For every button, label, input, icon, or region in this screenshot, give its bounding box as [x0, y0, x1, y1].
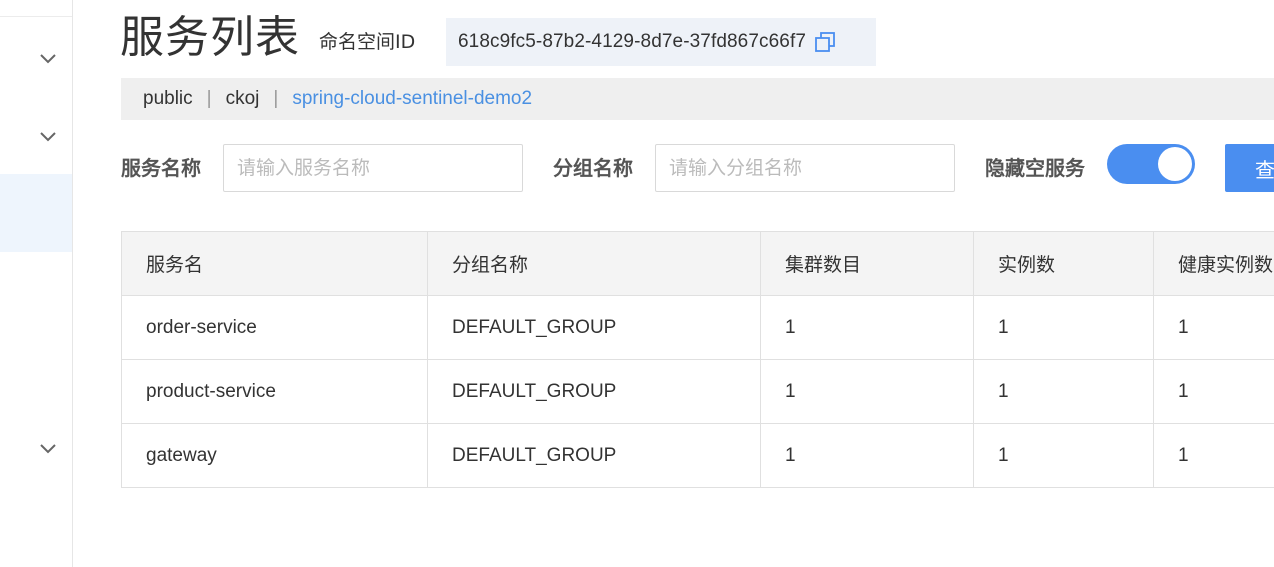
- column-header-instance-count: 实例数: [973, 231, 1154, 296]
- sidebar-divider: [0, 16, 72, 17]
- toggle-knob: [1158, 147, 1192, 181]
- cell-group-name: DEFAULT_GROUP: [427, 359, 761, 424]
- table-row: gateway DEFAULT_GROUP 1 1 1: [121, 423, 1274, 488]
- table-row: order-service DEFAULT_GROUP 1 1 1: [121, 295, 1274, 360]
- breadcrumb-separator: |: [206, 88, 212, 109]
- hide-empty-toggle[interactable]: [1107, 144, 1195, 184]
- breadcrumb-item-public[interactable]: public: [143, 88, 193, 110]
- service-table: 服务名 分组名称 集群数目 实例数 健康实例数 order-service DE…: [121, 231, 1274, 488]
- sidebar-item-active[interactable]: [0, 174, 72, 252]
- cell-group-name: DEFAULT_GROUP: [427, 423, 761, 488]
- cell-instance-count: 1: [973, 295, 1154, 360]
- query-button[interactable]: 查询: [1225, 144, 1274, 192]
- copy-icon[interactable]: [814, 31, 836, 53]
- namespace-label: 命名空间ID: [319, 31, 416, 53]
- breadcrumb-separator: |: [273, 88, 279, 109]
- cell-service-name: order-service: [121, 295, 428, 360]
- chevron-down-icon[interactable]: [38, 438, 58, 458]
- cell-healthy-instance-count: 1: [1153, 295, 1274, 360]
- column-header-service-name: 服务名: [121, 231, 428, 296]
- hide-empty-label: 隐藏空服务: [985, 156, 1085, 180]
- sidebar: [0, 0, 73, 567]
- namespace-id-value: 618c9fc5-87b2-4129-8d7e-37fd867c66f7: [458, 31, 806, 52]
- column-header-group-name: 分组名称: [427, 231, 761, 296]
- breadcrumb-item-current[interactable]: spring-cloud-sentinel-demo2: [292, 88, 532, 110]
- cell-cluster-count: 1: [760, 359, 974, 424]
- service-name-input[interactable]: [223, 144, 523, 192]
- page-title: 服务列表: [120, 12, 300, 63]
- cell-service-name: product-service: [121, 359, 428, 424]
- cell-instance-count: 1: [973, 423, 1154, 488]
- column-header-cluster-count: 集群数目: [760, 231, 974, 296]
- cell-healthy-instance-count: 1: [1153, 359, 1274, 424]
- cell-cluster-count: 1: [760, 295, 974, 360]
- chevron-down-icon[interactable]: [38, 126, 58, 146]
- cell-cluster-count: 1: [760, 423, 974, 488]
- column-header-healthy-instance-count: 健康实例数: [1153, 231, 1274, 296]
- breadcrumb: public | ckoj | spring-cloud-sentinel-de…: [121, 78, 1274, 120]
- chevron-down-icon[interactable]: [38, 48, 58, 68]
- cell-service-name: gateway: [121, 423, 428, 488]
- cell-group-name: DEFAULT_GROUP: [427, 295, 761, 360]
- breadcrumb-item-ckoj[interactable]: ckoj: [226, 88, 260, 110]
- group-name-input[interactable]: [655, 144, 955, 192]
- service-name-label: 服务名称: [121, 156, 201, 180]
- table-row: product-service DEFAULT_GROUP 1 1 1: [121, 359, 1274, 424]
- table-header-row: 服务名 分组名称 集群数目 实例数 健康实例数: [121, 231, 1274, 296]
- namespace-id-box: 618c9fc5-87b2-4129-8d7e-37fd867c66f7: [446, 18, 876, 66]
- group-name-label: 分组名称: [553, 156, 633, 180]
- cell-instance-count: 1: [973, 359, 1154, 424]
- cell-healthy-instance-count: 1: [1153, 423, 1274, 488]
